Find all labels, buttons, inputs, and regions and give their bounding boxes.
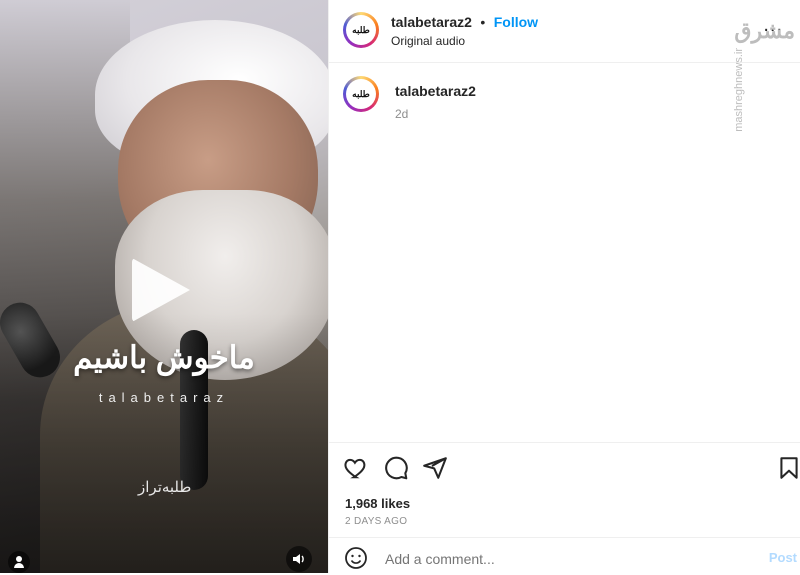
user-tag-button[interactable] xyxy=(8,551,30,573)
play-icon[interactable] xyxy=(132,258,190,322)
post-comment-button[interactable]: Post xyxy=(769,550,797,565)
follow-button[interactable]: Follow xyxy=(494,14,538,30)
audio-label[interactable]: Original audio xyxy=(391,34,465,48)
video-overlay-logo: طلبه‌تراز xyxy=(138,479,192,496)
post-date[interactable]: 2 DAYS AGO xyxy=(345,516,407,527)
author-username[interactable]: talabetaraz2 xyxy=(391,14,472,30)
post-panel: طلبه talabetaraz2 • Follow Original audi… xyxy=(328,0,800,573)
avatar-logo: طلبه xyxy=(346,15,376,45)
caption-username[interactable]: talabetaraz2 xyxy=(395,83,476,99)
post-header: طلبه talabetaraz2 • Follow Original audi… xyxy=(329,0,800,63)
bookmark-icon[interactable] xyxy=(776,455,800,481)
video-overlay-title: ماخوش باشیم xyxy=(73,340,255,375)
heart-icon[interactable] xyxy=(343,455,369,481)
action-section: 1,968 likes 2 DAYS AGO Post xyxy=(329,442,800,574)
author-avatar[interactable]: طلبه xyxy=(343,12,379,48)
video-overlay-brand: talabetaraz xyxy=(98,390,230,405)
video-player[interactable]: ماخوش باشیم talabetaraz طلبه‌تراز xyxy=(0,0,328,573)
like-count[interactable]: 1,968 likes xyxy=(345,496,410,511)
separator-dot: • xyxy=(480,14,486,30)
watermark: مشرق mashreghnews.ir xyxy=(733,18,795,132)
caption-time[interactable]: 2d xyxy=(395,107,408,121)
comment-bar: Post xyxy=(329,537,800,575)
comment-input[interactable] xyxy=(383,550,757,568)
watermark-logo: مشرق xyxy=(734,18,795,43)
share-icon[interactable] xyxy=(422,455,448,481)
audio-toggle-button[interactable] xyxy=(286,546,312,572)
header-title-row: talabetaraz2 • Follow xyxy=(391,14,538,32)
caption-avatar[interactable]: طلبه xyxy=(343,76,379,112)
watermark-url: mashreghnews.ir xyxy=(733,48,746,132)
emoji-icon[interactable] xyxy=(344,546,368,570)
user-icon xyxy=(16,556,22,562)
comment-icon[interactable] xyxy=(383,455,409,481)
speaker-icon xyxy=(293,554,304,564)
avatar-logo: طلبه xyxy=(346,79,376,109)
